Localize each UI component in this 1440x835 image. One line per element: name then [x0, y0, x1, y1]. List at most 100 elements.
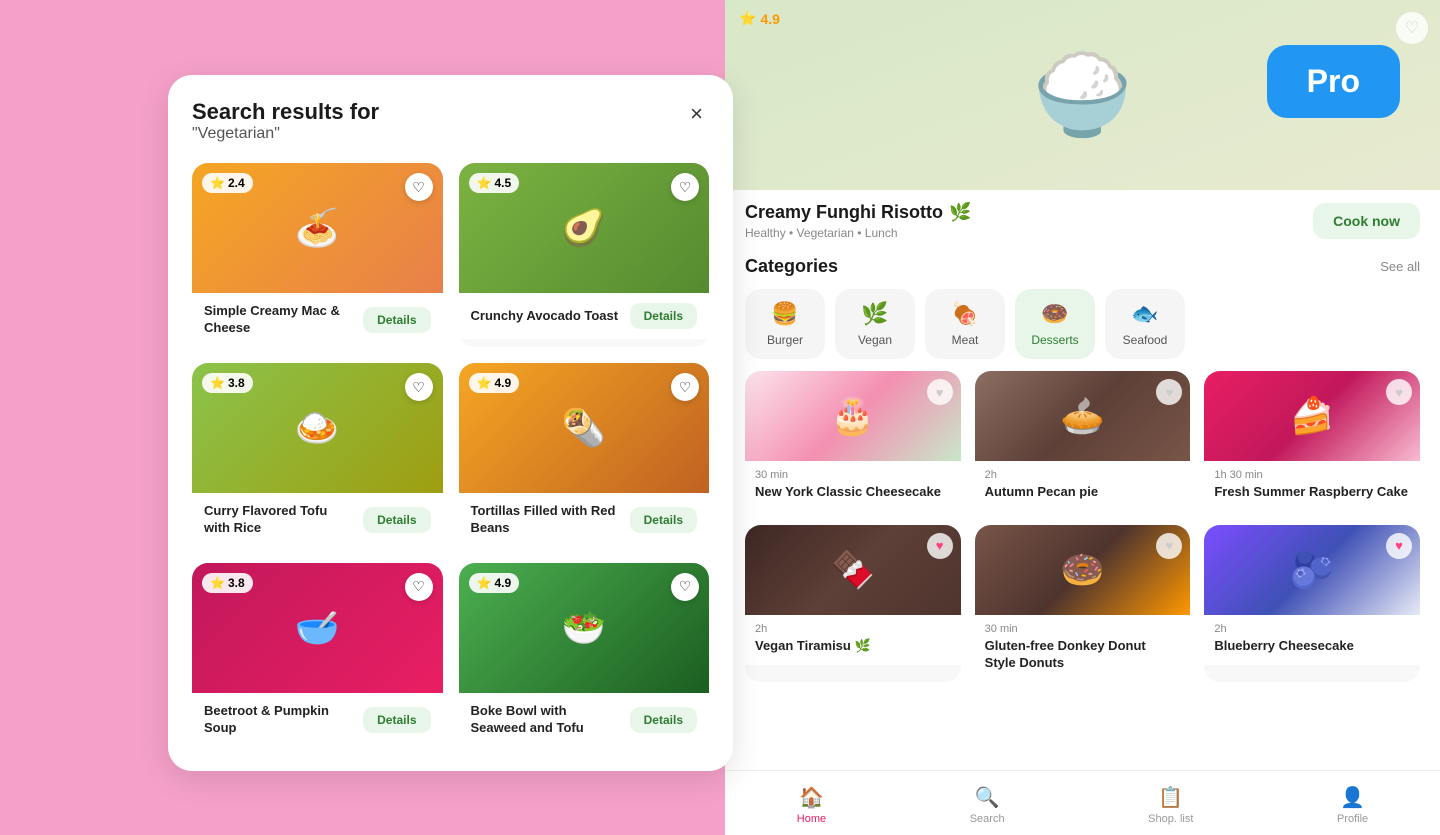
food-cards-section: 🎂 ♥ 30 min New York Classic Cheesecake 🥧… — [725, 367, 1440, 770]
food-card-time-donuts: 30 min — [985, 623, 1181, 635]
food-card-donuts: 🍩 ♥ 30 min Gluten-free Donkey Donut Styl… — [975, 525, 1191, 682]
food-card-heart-blueberry-cake[interactable]: ♥ — [1386, 533, 1412, 559]
close-button[interactable]: × — [684, 99, 709, 129]
food-card-ny-cheesecake: 🎂 ♥ 30 min New York Classic Cheesecake — [745, 371, 961, 511]
details-button-boke-bowl[interactable]: Details — [630, 707, 697, 733]
details-button-mac-cheese[interactable]: Details — [363, 307, 430, 333]
food-card-tiramisu: 🍫 ♥ 2h Vegan Tiramisu 🌿 — [745, 525, 961, 682]
food-card-heart-tiramisu[interactable]: ♥ — [927, 533, 953, 559]
food-card-name-raspberry-cake: Fresh Summer Raspberry Cake — [1214, 484, 1410, 501]
food-card-name-donuts: Gluten-free Donkey Donut Style Donuts — [985, 638, 1181, 672]
vegan-icon: 🌿 — [861, 301, 888, 327]
burger-icon: 🍔 — [771, 301, 798, 327]
food-card-body-blueberry-cake: 2h Blueberry Cheesecake — [1204, 615, 1420, 665]
recipe-image-tortillas: 🌯 ⭐ 4.9 ♡ — [459, 363, 710, 493]
card-name-tofu-rice: Curry Flavored Tofu with Rice — [204, 503, 355, 537]
food-cards-grid: 🎂 ♥ 30 min New York Classic Cheesecake 🥧… — [745, 371, 1420, 682]
bottom-nav: 🏠 Home 🔍 Search 📋 Shop. list 👤 Profile — [725, 770, 1440, 835]
nav-label-shop-list: Shop. list — [1148, 813, 1193, 825]
category-pill-burger[interactable]: 🍔 Burger — [745, 289, 825, 359]
card-bottom-avocado-toast: Crunchy Avocado Toast Details — [459, 293, 710, 339]
card-bottom-tofu-rice: Curry Flavored Tofu with Rice Details — [192, 493, 443, 547]
nav-icon-shop-list: 📋 — [1158, 785, 1183, 810]
nav-item-shop-list[interactable]: 📋 Shop. list — [1132, 781, 1209, 829]
food-card-time-tiramisu: 2h — [755, 623, 951, 635]
cat-label-desserts: Desserts — [1031, 333, 1078, 347]
category-pill-vegan[interactable]: 🌿 Vegan — [835, 289, 915, 359]
pro-badge-label: Pro — [1307, 63, 1360, 99]
cook-now-button[interactable]: Cook now — [1313, 203, 1420, 239]
heart-button-boke-bowl[interactable]: ♡ — [671, 573, 699, 601]
recipe-card-tofu-rice: 🍛 ⭐ 3.8 ♡ Curry Flavored Tofu with Rice … — [192, 363, 443, 547]
cat-label-meat: Meat — [952, 333, 979, 347]
details-button-beetroot[interactable]: Details — [363, 707, 430, 733]
details-button-tortillas[interactable]: Details — [630, 507, 697, 533]
food-card-blueberry-cake: 🫐 ♥ 2h Blueberry Cheesecake — [1204, 525, 1420, 682]
recipe-image-boke-bowl: 🥗 ⭐ 4.9 ♡ — [459, 563, 710, 693]
search-header: Search results for "Vegetarian" × — [192, 99, 709, 143]
card-name-avocado-toast: Crunchy Avocado Toast — [471, 308, 622, 325]
food-card-image-raspberry-cake: 🍰 ♥ — [1204, 371, 1420, 461]
hero-rating: ⭐ 4.9 — [739, 10, 780, 27]
heart-button-mac-cheese[interactable]: ♡ — [405, 173, 433, 201]
rating-badge-tofu-rice: ⭐ 3.8 — [202, 373, 253, 393]
recipe-card-beetroot: 🥣 ⭐ 3.8 ♡ Beetroot & Pumpkin Soup Detail… — [192, 563, 443, 747]
food-card-time-blueberry-cake: 2h — [1214, 623, 1410, 635]
categories-header: Categories See all — [745, 256, 1420, 277]
card-name-boke-bowl: Boke Bowl with Seaweed and Tofu — [471, 703, 622, 737]
nav-item-profile[interactable]: 👤 Profile — [1321, 781, 1384, 829]
nav-label-search: Search — [970, 813, 1005, 825]
food-card-name-ny-cheesecake: New York Classic Cheesecake — [755, 484, 951, 501]
food-card-image-tiramisu: 🍫 ♥ — [745, 525, 961, 615]
food-card-raspberry-cake: 🍰 ♥ 1h 30 min Fresh Summer Raspberry Cak… — [1204, 371, 1420, 511]
details-button-tofu-rice[interactable]: Details — [363, 507, 430, 533]
cat-label-burger: Burger — [767, 333, 803, 347]
star-icon: ⭐ — [210, 576, 225, 590]
rating-badge-tortillas: ⭐ 4.9 — [469, 373, 520, 393]
heart-button-tortillas[interactable]: ♡ — [671, 373, 699, 401]
search-subtitle: "Vegetarian" — [192, 125, 379, 143]
rating-badge-boke-bowl: ⭐ 4.9 — [469, 573, 520, 593]
recipe-app: 🍚 ⭐ 4.9 ♡ Creamy Funghi Risotto 🌿 Health… — [725, 0, 1440, 835]
category-pill-seafood[interactable]: 🐟 Seafood — [1105, 289, 1185, 359]
food-card-time-ny-cheesecake: 30 min — [755, 469, 951, 481]
food-card-body-donuts: 30 min Gluten-free Donkey Donut Style Do… — [975, 615, 1191, 682]
hero-heart-button[interactable]: ♡ — [1396, 12, 1428, 44]
seafood-icon: 🐟 — [1131, 301, 1158, 327]
food-card-name-tiramisu: Vegan Tiramisu 🌿 — [755, 638, 951, 655]
recipe-name: Creamy Funghi Risotto 🌿 — [745, 202, 971, 223]
nav-item-search[interactable]: 🔍 Search — [954, 781, 1021, 829]
meat-icon: 🍖 — [951, 301, 978, 327]
food-card-body-ny-cheesecake: 30 min New York Classic Cheesecake — [745, 461, 961, 511]
nav-label-profile: Profile — [1337, 813, 1368, 825]
nav-item-home[interactable]: 🏠 Home — [781, 781, 842, 829]
details-button-avocado-toast[interactable]: Details — [630, 303, 697, 329]
star-icon: ⭐ — [210, 376, 225, 390]
food-card-body-raspberry-cake: 1h 30 min Fresh Summer Raspberry Cake — [1204, 461, 1420, 511]
search-panel: Search results for "Vegetarian" × 🍝 ⭐ 2.… — [168, 75, 733, 771]
food-card-name-blueberry-cake: Blueberry Cheesecake — [1214, 638, 1410, 655]
nav-icon-home: 🏠 — [799, 785, 824, 810]
food-card-pecan-pie: 🥧 ♥ 2h Autumn Pecan pie — [975, 371, 1191, 511]
star-icon: ⭐ — [477, 576, 492, 590]
category-pill-desserts[interactable]: 🍩 Desserts — [1015, 289, 1095, 359]
heart-button-beetroot[interactable]: ♡ — [405, 573, 433, 601]
food-card-heart-ny-cheesecake[interactable]: ♥ — [927, 379, 953, 405]
rating-badge-mac-cheese: ⭐ 2.4 — [202, 173, 253, 193]
recipe-main-info: Creamy Funghi Risotto 🌿 Healthy • Vegeta… — [745, 202, 971, 240]
recipe-image-mac-cheese: 🍝 ⭐ 2.4 ♡ — [192, 163, 443, 293]
category-pill-meat[interactable]: 🍖 Meat — [925, 289, 1005, 359]
see-all-button[interactable]: See all — [1380, 259, 1420, 274]
food-card-heart-raspberry-cake[interactable]: ♥ — [1386, 379, 1412, 405]
food-card-body-tiramisu: 2h Vegan Tiramisu 🌿 — [745, 615, 961, 665]
food-card-time-raspberry-cake: 1h 30 min — [1214, 469, 1410, 481]
pro-badge[interactable]: Pro — [1267, 45, 1400, 118]
heart-button-tofu-rice[interactable]: ♡ — [405, 373, 433, 401]
hero-food-emoji: 🍚 — [1033, 48, 1133, 142]
hero-rating-value: 4.9 — [760, 11, 779, 27]
card-bottom-tortillas: Tortillas Filled with Red Beans Details — [459, 493, 710, 547]
nav-icon-profile: 👤 — [1340, 785, 1365, 810]
food-card-body-pecan-pie: 2h Autumn Pecan pie — [975, 461, 1191, 511]
search-title: Search results for — [192, 99, 379, 125]
card-bottom-beetroot: Beetroot & Pumpkin Soup Details — [192, 693, 443, 747]
